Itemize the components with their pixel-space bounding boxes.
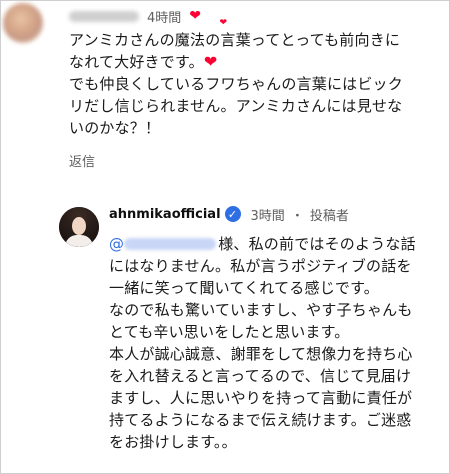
- top-comment-line-4: リだし信じられません。アンミカさんには見せな: [69, 97, 403, 115]
- verified-check-icon: ✓: [224, 206, 241, 222]
- reply-header: ahnmikaofficial ✓ 3時間 ・ 投稿者: [109, 205, 349, 224]
- top-comment-line-2: なれて大好きです。: [69, 53, 204, 71]
- reply-line-10: をお掛けします。。: [109, 433, 237, 451]
- creator-heart-badge: ❤: [207, 8, 227, 28]
- reply-line-9: 持てるようになるまで伝え続けます。ご迷惑: [109, 411, 412, 429]
- reply-line-5: とても辛い思いをしたと思います。: [109, 323, 350, 341]
- reply-line-1: 様、私の前ではそのような話: [218, 235, 416, 253]
- top-comment-line-5: いのかな？！: [69, 119, 161, 137]
- reply-line-6: 本人が誠心誠意、謝罪をして想像力を持ち心: [109, 345, 413, 363]
- commenter-avatar[interactable]: [3, 3, 43, 43]
- reply-text: @ 様、私の前ではそのような話 にはなりません。私が言うポジティブの話を 一緒に笑…: [109, 233, 443, 453]
- mini-heart-icon: ❤: [219, 18, 228, 28]
- top-comment-header: 4時間 ❤ ❤: [69, 7, 227, 28]
- top-comment-line-3: でも仲良くしているフワちゃんの言葉にはビック: [69, 75, 403, 93]
- reply-line-8: ますし、人に思いやりを持って言動に責任が: [109, 389, 413, 407]
- top-comment-text: アンミカさんの魔法の言葉ってとっても前向きに なれて大好きです。❤ でも仲良くし…: [69, 29, 441, 139]
- comment-thread: 4時間 ❤ ❤ アンミカさんの魔法の言葉ってとっても前向きに なれて大好きです。…: [0, 0, 450, 474]
- reply-line-3: 一緒に笑って聞いてくれてる感じです。: [109, 279, 380, 297]
- heart-emoji-icon: ❤: [203, 52, 218, 71]
- author-badge: 投稿者: [309, 208, 349, 224]
- commenter-username-blurred[interactable]: [69, 10, 139, 22]
- top-comment-line-1: アンミカさんの魔法の言葉ってとっても前向きに: [69, 31, 401, 49]
- channel-name[interactable]: ahnmikaofficial: [109, 207, 221, 222]
- meta-separator: ・: [290, 208, 304, 224]
- channel-avatar[interactable]: [59, 207, 99, 247]
- top-comment-time: 4時間: [147, 10, 182, 26]
- reply-time: 3時間: [250, 208, 285, 224]
- heart-icon[interactable]: ❤: [189, 9, 201, 23]
- reply-line-7: を入れ替えると言ってるので、信じて見届け: [109, 367, 412, 385]
- reply-line-2: にはなりません。私が言うポジティブの話を: [109, 257, 412, 275]
- mention-username-blurred[interactable]: [124, 237, 217, 250]
- reply-button[interactable]: 返信: [69, 151, 95, 170]
- mention-at[interactable]: @: [109, 235, 124, 253]
- reply-line-4: なので私も驚いていますし、やす子ちゃんも: [109, 301, 413, 319]
